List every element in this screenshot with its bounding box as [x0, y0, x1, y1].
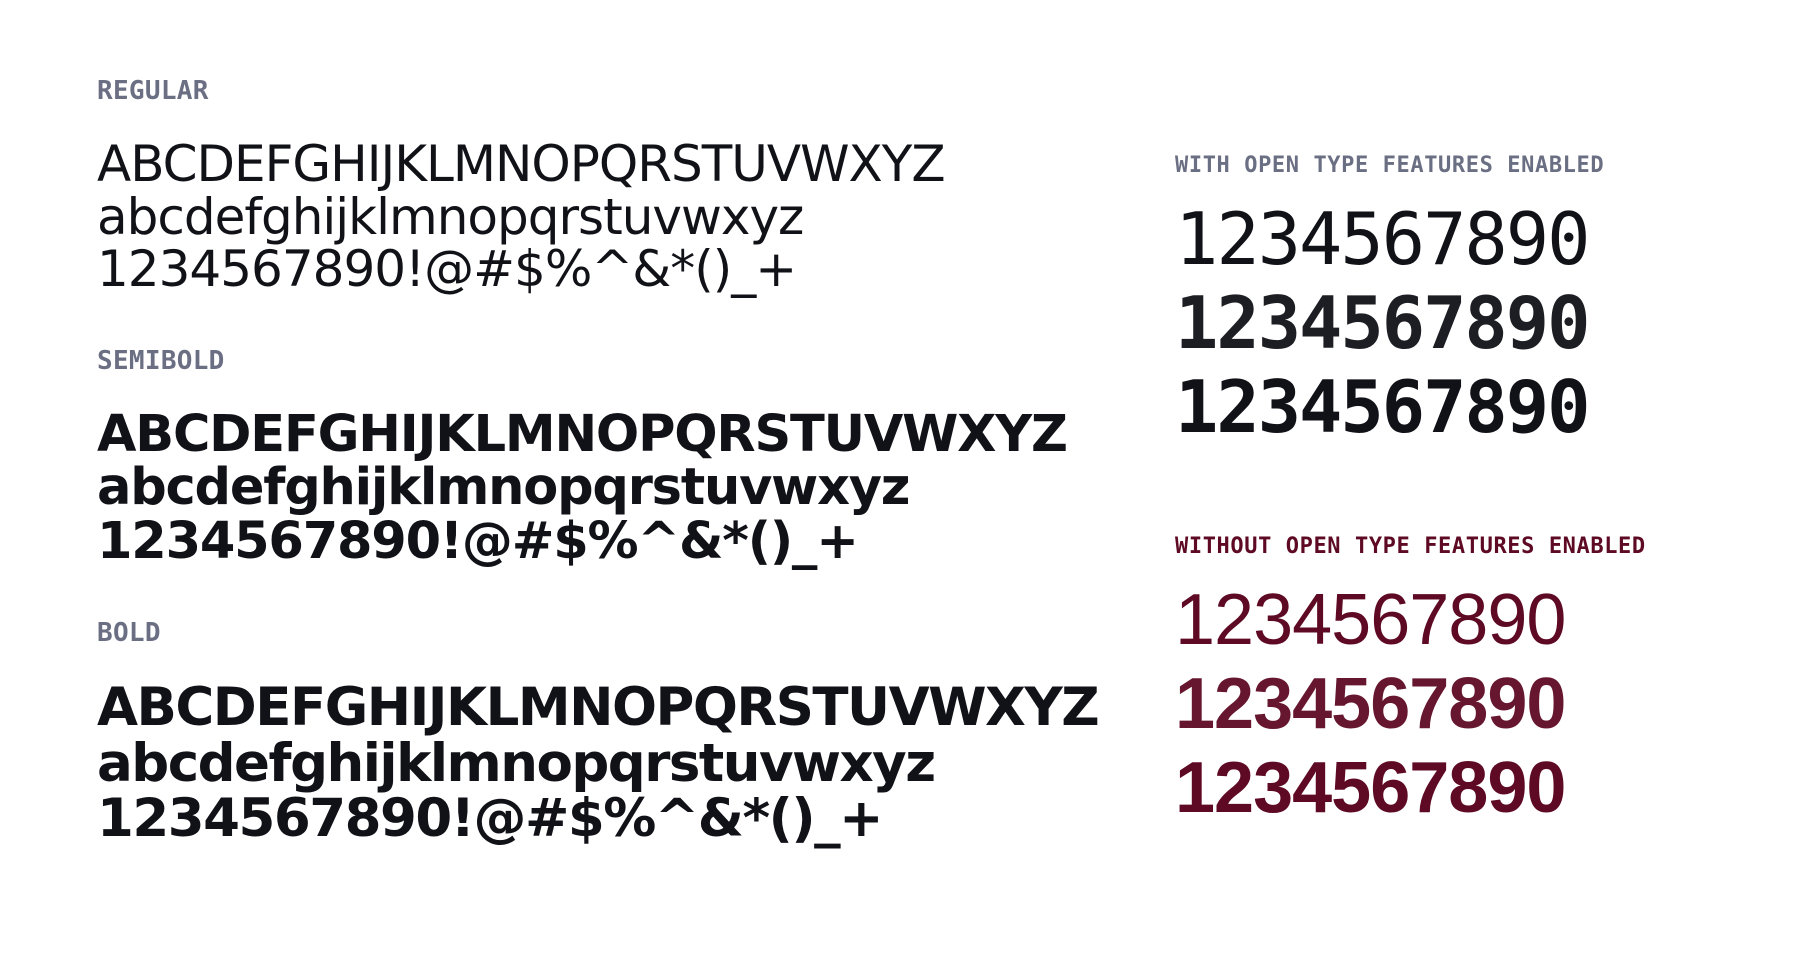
with-features-row-regular: 1234567890 [1175, 197, 1590, 281]
bold-uppercase: ABCDEFGHIJKLMNOPQRSTUVWXYZ [97, 677, 1100, 739]
bold-specimen: ABCDEFGHIJKLMNOPQRSTUVWXYZ abcdefghijklm… [97, 680, 1107, 847]
regular-label: REGULAR [97, 76, 209, 106]
with-features-group: WITH OPEN TYPE FEATURES ENABLED 12345678… [1175, 155, 1775, 450]
without-features-group: WITHOUT OPEN TYPE FEATURES ENABLED 12345… [1175, 533, 1775, 831]
without-features-row-bold: 1234567890 [1175, 748, 1566, 829]
without-features-label: WITHOUT OPEN TYPE FEATURES ENABLED [1175, 533, 1646, 559]
regular-specimen: ABCDEFGHIJKLMNOPQRSTUVWXYZ abcdefghijklm… [97, 138, 1107, 296]
regular-uppercase: ABCDEFGHIJKLMNOPQRSTUVWXYZ [97, 135, 946, 193]
semibold-label: SEMIBOLD [97, 345, 225, 376]
type-specimen-page: REGULAR ABCDEFGHIJKLMNOPQRSTUVWXYZ abcde… [0, 0, 1800, 960]
weight-specimens: REGULAR ABCDEFGHIJKLMNOPQRSTUVWXYZ abcde… [97, 78, 1107, 899]
semibold-digits: 1234567890!@#$%^&*()_+ [97, 511, 859, 571]
bold-digits: 1234567890!@#$%^&*()_+ [97, 788, 884, 850]
bold-label: BOLD [97, 618, 161, 649]
semibold-lowercase: abcdefghijklmnopqrstuvwxyz [97, 458, 910, 518]
without-features-row-semibold: 1234567890 [1175, 663, 1566, 744]
without-features-row-regular: 1234567890 [1175, 579, 1566, 660]
bold-lowercase: abcdefghijklmnopqrstuvwxyz [97, 732, 936, 794]
semibold-section: SEMIBOLD ABCDEFGHIJKLMNOPQRSTUVWXYZ abcd… [97, 348, 1107, 569]
with-features-row-semibold: 1234567890 [1175, 281, 1590, 366]
semibold-uppercase: ABCDEFGHIJKLMNOPQRSTUVWXYZ [97, 404, 1068, 464]
numeral-comparison: WITH OPEN TYPE FEATURES ENABLED 12345678… [1175, 155, 1775, 830]
regular-lowercase: abcdefghijklmnopqrstuvwxyz [97, 187, 804, 246]
regular-section: REGULAR ABCDEFGHIJKLMNOPQRSTUVWXYZ abcde… [97, 78, 1107, 296]
with-features-label: WITH OPEN TYPE FEATURES ENABLED [1175, 153, 1605, 178]
with-features-row-bold: 1234567890 [1175, 365, 1590, 450]
semibold-specimen: ABCDEFGHIJKLMNOPQRSTUVWXYZ abcdefghijklm… [97, 404, 1107, 571]
regular-digits: 1234567890!@#$%^&*()_+ [97, 240, 797, 298]
bold-section: BOLD ABCDEFGHIJKLMNOPQRSTUVWXYZ abcdefgh… [97, 620, 1107, 847]
